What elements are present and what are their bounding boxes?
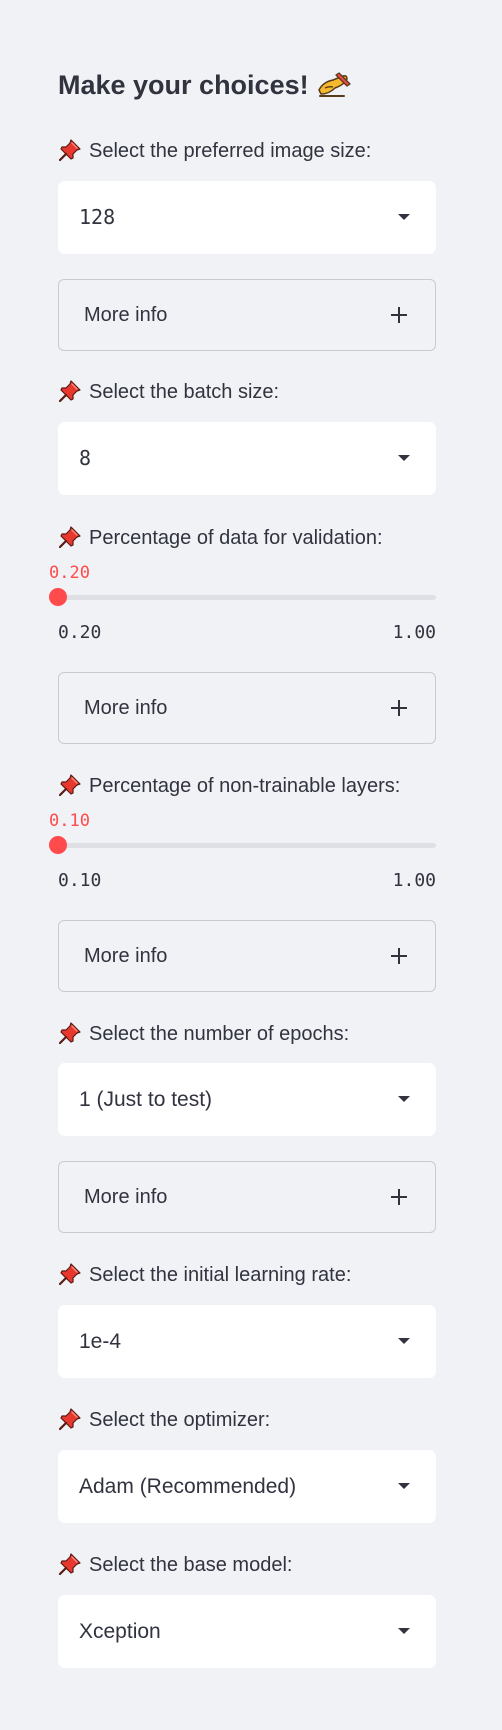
pushpin-icon (58, 773, 82, 797)
chevron-down-icon (398, 1483, 410, 1489)
epochs-info-expander[interactable]: More info (58, 1161, 436, 1233)
pushpin-icon (58, 379, 82, 403)
validation-info-expander[interactable]: More info (58, 672, 436, 744)
batch-size-value: 8 (79, 446, 92, 470)
page-title-text: Make your choices! (58, 70, 309, 100)
image-size-label: Select the preferred image size: (58, 136, 371, 166)
non-trainable-slider-max: 1.00 (392, 870, 436, 891)
expander-label: More info (84, 697, 168, 719)
plus-icon (391, 700, 407, 716)
chevron-down-icon (398, 1628, 410, 1634)
validation-slider[interactable] (49, 588, 436, 606)
validation-slider-thumb[interactable] (49, 588, 67, 606)
validation-slider-max: 1.00 (392, 622, 436, 643)
chevron-down-icon (398, 1338, 410, 1344)
writing-hand-icon (317, 72, 351, 97)
optimizer-label-text: Select the optimizer: (89, 1409, 271, 1431)
chevron-down-icon (398, 455, 410, 461)
validation-label: Percentage of data for validation: (58, 523, 383, 553)
plus-icon (391, 307, 407, 323)
image-size-label-text: Select the preferred image size: (89, 140, 372, 162)
non-trainable-slider-min: 0.10 (58, 870, 102, 891)
batch-size-select[interactable]: 8 (58, 422, 436, 495)
base-model-label-text: Select the base model: (89, 1554, 293, 1576)
batch-size-label: Select the batch size: (58, 377, 279, 407)
learning-rate-label-text: Select the initial learning rate: (89, 1264, 352, 1286)
base-model-label: Select the base model: (58, 1550, 292, 1580)
non-trainable-label: Percentage of non-trainable layers: (58, 771, 400, 801)
expander-label: More info (84, 304, 168, 326)
expander-label: More info (84, 1186, 168, 1208)
non-trainable-label-text: Percentage of non-trainable layers: (89, 775, 401, 797)
pushpin-icon (58, 1407, 82, 1431)
image-size-select[interactable]: 128 (58, 181, 436, 254)
validation-label-text: Percentage of data for validation: (89, 527, 383, 549)
chevron-down-icon (398, 214, 410, 220)
pushpin-icon (58, 1021, 82, 1045)
epochs-select[interactable]: 1 (Just to test) (58, 1063, 436, 1136)
base-model-select[interactable]: Xception (58, 1595, 436, 1668)
pushpin-icon (58, 1552, 82, 1576)
optimizer-select[interactable]: Adam (Recommended) (58, 1450, 436, 1523)
page-title: Make your choices! (58, 70, 351, 101)
non-trainable-slider[interactable] (49, 836, 436, 854)
plus-icon (391, 1189, 407, 1205)
batch-size-label-text: Select the batch size: (89, 381, 280, 403)
optimizer-label: Select the optimizer: (58, 1405, 270, 1435)
learning-rate-label: Select the initial learning rate: (58, 1260, 351, 1290)
image-size-info-expander[interactable]: More info (58, 279, 436, 351)
pushpin-icon (58, 1262, 82, 1286)
epochs-label-text: Select the number of epochs: (89, 1023, 350, 1045)
image-size-value: 128 (79, 205, 116, 229)
pushpin-icon (58, 138, 82, 162)
epochs-value: 1 (Just to test) (79, 1088, 213, 1111)
validation-slider-min: 0.20 (58, 622, 102, 643)
validation-slider-value: 0.20 (49, 563, 90, 583)
non-trainable-slider-value: 0.10 (49, 811, 90, 831)
non-trainable-slider-thumb[interactable] (49, 836, 67, 854)
learning-rate-value: 1e-4 (79, 1330, 122, 1353)
optimizer-value: Adam (Recommended) (79, 1475, 297, 1498)
epochs-label: Select the number of epochs: (58, 1019, 349, 1049)
non-trainable-info-expander[interactable]: More info (58, 920, 436, 992)
expander-label: More info (84, 945, 168, 967)
plus-icon (391, 948, 407, 964)
chevron-down-icon (398, 1096, 410, 1102)
learning-rate-select[interactable]: 1e-4 (58, 1305, 436, 1378)
pushpin-icon (58, 525, 82, 549)
base-model-value: Xception (79, 1620, 161, 1643)
